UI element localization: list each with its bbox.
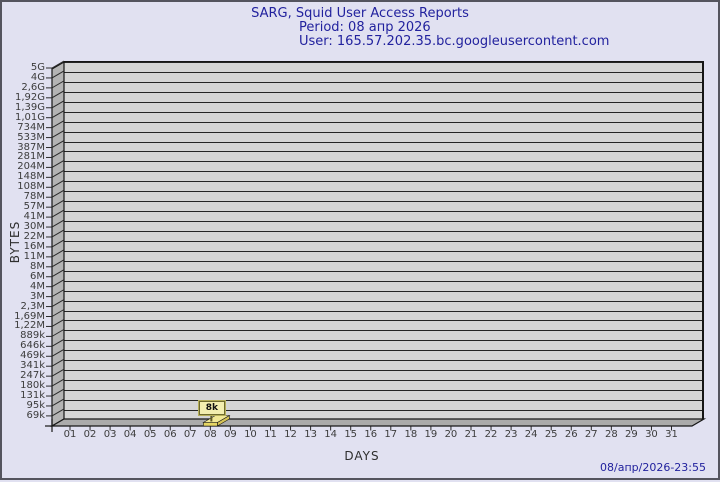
gridline [64,261,702,262]
x-tick-label: 01 [59,429,81,441]
gridline [64,112,702,113]
x-tick-label: 23 [500,429,522,441]
x-tick-label: 12 [280,429,302,441]
x-tick-label: 16 [360,429,382,441]
x-tick-label: 26 [560,429,582,441]
gridline [64,340,702,341]
gridline [64,390,702,391]
bar-value-label: 8k [199,401,225,415]
x-tick-label: 29 [620,429,642,441]
x-tick-label: 28 [600,429,622,441]
x-tick-label: 10 [239,429,261,441]
x-tick-label: 08 [199,429,221,441]
report-period: Period: 08 апр 2026 [299,20,431,35]
gridline [64,231,702,232]
gridline [64,311,702,312]
x-tick-label: 30 [640,429,662,441]
gridline [64,102,702,103]
x-tick-label: 13 [300,429,322,441]
x-tick-label: 17 [380,429,402,441]
x-tick-label: 21 [460,429,482,441]
report-user: User: 165.57.202.35.bc.googleusercontent… [299,34,609,49]
x-tick-label: 31 [661,429,683,441]
gridline [64,132,702,133]
x-tick-label: 06 [159,429,181,441]
gridline [64,281,702,282]
x-tick-label: 07 [179,429,201,441]
gridline [64,122,702,123]
gridline [64,251,702,252]
gridline [64,62,702,63]
y-axis-title: BYTES [8,212,22,272]
x-tick-label: 03 [99,429,121,441]
gridline [64,330,702,331]
gridline [64,161,702,162]
x-tick-label: 02 [79,429,101,441]
chart-plot-area [64,61,704,419]
gridline [64,320,702,321]
gridline [64,370,702,371]
gridline [64,360,702,361]
x-tick-label: 15 [340,429,362,441]
x-tick-label: 27 [580,429,602,441]
generation-timestamp: 08/апр/2026-23:55 [600,461,706,474]
report-title: SARG, Squid User Access Reports [2,6,718,21]
gridline [64,380,702,381]
x-tick-label: 19 [420,429,442,441]
gridline [64,241,702,242]
gridline [64,181,702,182]
x-axis-title: DAYS [262,449,462,463]
x-tick-label: 20 [440,429,462,441]
gridline [64,221,702,222]
x-tick-label: 05 [139,429,161,441]
gridline [64,82,702,83]
gridline [64,72,702,73]
x-tick-label: 22 [480,429,502,441]
gridline [64,92,702,93]
x-tick-label: 09 [219,429,241,441]
gridline [64,400,702,401]
x-tick-label: 18 [400,429,422,441]
x-tick-label: 25 [540,429,562,441]
gridline [64,350,702,351]
gridline [64,171,702,172]
gridline [64,291,702,292]
sarg-report-page: { "page": { "title": "SARG, Squid User A… [0,0,720,480]
y-tick-label: 69k [5,410,45,421]
gridline [64,271,702,272]
x-tick-label: 24 [520,429,542,441]
gridline [64,301,702,302]
gridline [64,142,702,143]
x-tick-label: 14 [320,429,342,441]
gridline [64,151,702,152]
gridline [64,211,702,212]
x-tick-label: 11 [260,429,282,441]
x-tick-label: 04 [119,429,141,441]
gridline [64,410,702,411]
gridline [64,191,702,192]
gridline [64,201,702,202]
